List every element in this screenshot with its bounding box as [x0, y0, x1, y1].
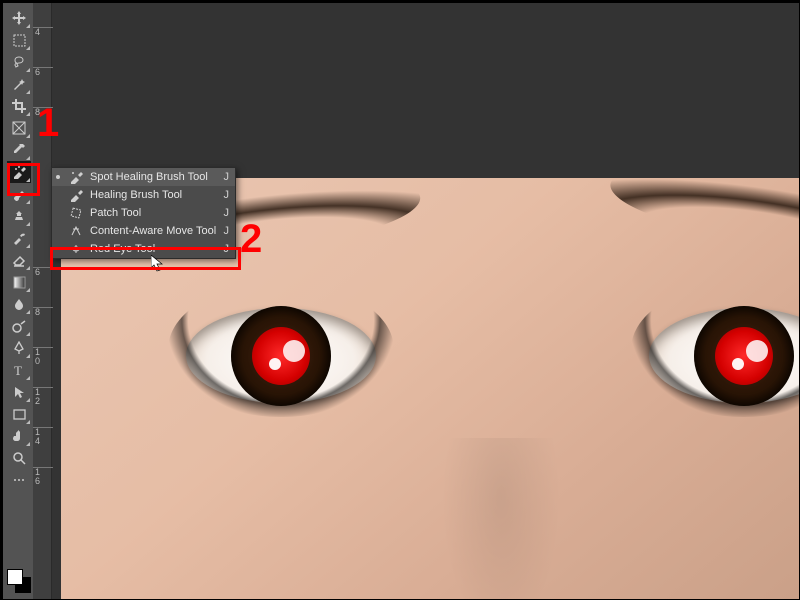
pen-tool[interactable] — [7, 337, 31, 359]
menu-item-shortcut: J — [224, 207, 230, 219]
toolbar-more[interactable] — [7, 469, 31, 491]
menu-item-label: Content-Aware Move Tool — [90, 225, 218, 237]
menu-item-healing-brush[interactable]: Healing Brush Tool J — [52, 186, 235, 204]
eraser-tool[interactable] — [7, 249, 31, 271]
ruler-tick: 1 6 — [35, 468, 43, 486]
spot-healing-brush-icon — [68, 169, 84, 185]
eyedropper-tool[interactable] — [7, 139, 31, 161]
type-tool[interactable]: T — [7, 359, 31, 381]
spot-healing-brush-tool[interactable] — [7, 161, 31, 183]
color-swatches[interactable] — [7, 569, 31, 593]
app-frame: 4 6 8 6 8 1 0 1 2 1 4 1 6 T — [2, 2, 800, 600]
annotation-number-1: 1 — [37, 103, 59, 143]
menu-item-shortcut: J — [224, 225, 230, 237]
menu-item-label: Patch Tool — [90, 207, 218, 219]
magic-wand-tool[interactable] — [7, 73, 31, 95]
healing-brush-icon — [68, 187, 84, 203]
content-aware-move-icon — [68, 223, 84, 239]
annotation-number-2: 2 — [240, 219, 262, 259]
ruler-tick: 6 — [35, 268, 43, 277]
brush-tool[interactable] — [7, 183, 31, 205]
ruler-tick: 1 4 — [35, 428, 43, 446]
zoom-tool[interactable] — [7, 447, 31, 469]
ruler-tick: 4 — [35, 28, 43, 37]
path-selection-tool[interactable] — [7, 381, 31, 403]
red-eye-tool-icon — [68, 241, 84, 257]
gradient-tool[interactable] — [7, 271, 31, 293]
foreground-color-swatch[interactable] — [7, 569, 23, 585]
rectangle-tool[interactable] — [7, 403, 31, 425]
menu-item-patch-tool[interactable]: Patch Tool J — [52, 204, 235, 222]
menu-item-shortcut: J — [224, 243, 230, 255]
crop-tool[interactable] — [7, 95, 31, 117]
ruler-tick: 6 — [35, 68, 43, 77]
history-brush-tool[interactable] — [7, 227, 31, 249]
face-nose-shadow — [441, 438, 561, 599]
ruler-tick: 1 0 — [35, 348, 43, 366]
selected-indicator-icon — [56, 175, 60, 179]
toolbar-divider — [7, 491, 31, 519]
menu-item-shortcut: J — [224, 189, 230, 201]
menu-item-shortcut: J — [224, 171, 230, 183]
clone-stamp-tool[interactable] — [7, 205, 31, 227]
menu-item-red-eye-tool[interactable]: Red Eye Tool J — [52, 240, 235, 258]
menu-item-label: Healing Brush Tool — [90, 189, 218, 201]
patch-tool-icon — [68, 205, 84, 221]
menu-item-label: Spot Healing Brush Tool — [90, 171, 218, 183]
marquee-tool[interactable] — [7, 29, 31, 51]
healing-tools-flyout: Spot Healing Brush Tool J Healing Brush … — [51, 167, 236, 259]
vertical-ruler: 4 6 8 6 8 1 0 1 2 1 4 1 6 — [33, 3, 52, 599]
menu-item-spot-healing-brush[interactable]: Spot Healing Brush Tool J — [52, 168, 235, 186]
face-eye — [649, 308, 799, 403]
move-tool[interactable] — [7, 7, 31, 29]
menu-item-label: Red Eye Tool — [90, 243, 218, 255]
svg-text:T: T — [14, 363, 22, 377]
hand-tool[interactable] — [7, 425, 31, 447]
frame-tool[interactable] — [7, 117, 31, 139]
face-eye — [186, 308, 376, 403]
dodge-tool[interactable] — [7, 315, 31, 337]
menu-item-content-aware-move[interactable]: Content-Aware Move Tool J — [52, 222, 235, 240]
ruler-tick: 8 — [35, 308, 43, 317]
ruler-tick: 1 2 — [35, 388, 43, 406]
tools-panel: T — [7, 7, 31, 519]
blur-tool[interactable] — [7, 293, 31, 315]
lasso-tool[interactable] — [7, 51, 31, 73]
face-eyebrow — [606, 178, 799, 261]
